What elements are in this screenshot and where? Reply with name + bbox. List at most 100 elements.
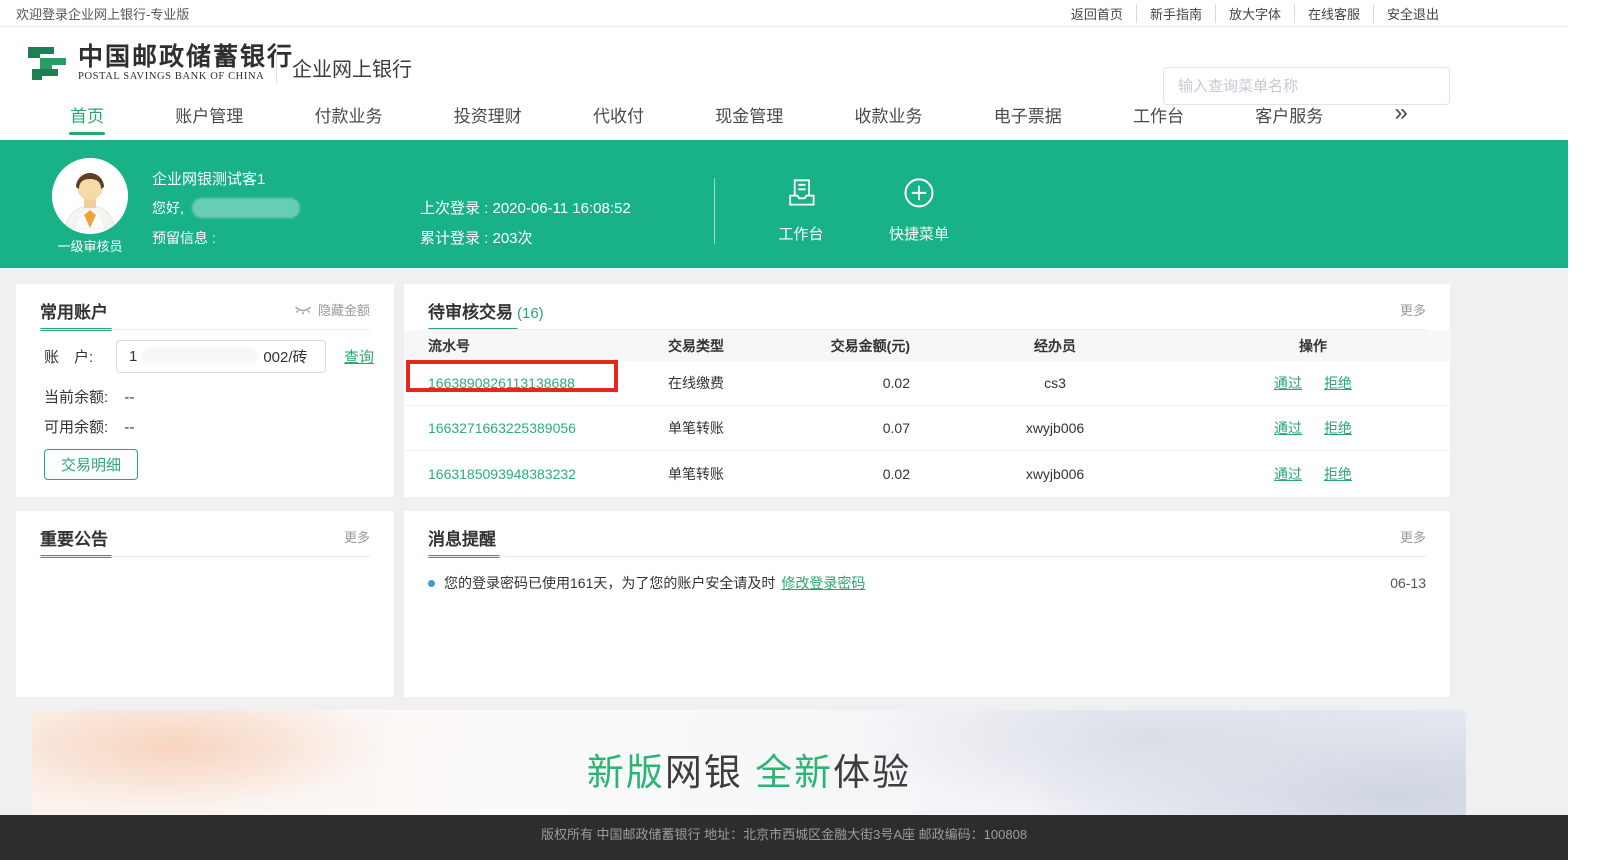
- table-row: 1663890826113138688 在线缴费 0.02 cs3 通过 拒绝: [404, 361, 1450, 406]
- transaction-type: 单笔转账: [668, 464, 790, 484]
- promo-slogan: 新版网银 全新体验: [32, 742, 1466, 796]
- current-balance-label: 当前余额:: [44, 389, 108, 406]
- tab-e-bills[interactable]: 电子票据: [994, 102, 1062, 137]
- redacted-user-name: [192, 198, 300, 218]
- banner-divider: [714, 178, 715, 244]
- page: 欢迎登录企业网上银行-专业版 返回首页 新手指南 放大字体 在线客服 安全退出 …: [0, 0, 1568, 860]
- transaction-operator: xwyjb006: [910, 420, 1200, 436]
- header-divider: [276, 49, 277, 83]
- transaction-amount: 0.02: [790, 466, 910, 482]
- footer: 版权所有 中国邮政储蓄银行 地址：北京市西城区金融大街3号A座 邮政编码：100…: [0, 815, 1568, 860]
- company-name: 企业网银测试客1: [152, 168, 265, 189]
- pending-title: 待审核交易: [428, 298, 513, 323]
- quick-menu-shortcut[interactable]: 快捷菜单: [874, 174, 964, 244]
- reject-link[interactable]: 拒绝: [1324, 420, 1352, 436]
- promo-part: 体验: [833, 752, 911, 793]
- announcements-more-link[interactable]: 更多: [344, 527, 370, 546]
- messages-more-link[interactable]: 更多: [1400, 527, 1426, 546]
- bank-name-cn: 中国邮政储蓄银行: [78, 45, 294, 71]
- transaction-id-link[interactable]: 1663271663225389056: [428, 420, 576, 436]
- table-row: 1663185093948383232 单笔转账 0.02 xwyjb006 通…: [404, 451, 1450, 496]
- account-number-start: 1: [129, 348, 137, 365]
- tab-workbench[interactable]: 工作台: [1133, 102, 1184, 137]
- content-area: 常用账户 隐藏金额 账 户:: [0, 268, 1568, 815]
- approve-link[interactable]: 通过: [1274, 420, 1302, 436]
- quick-menu-label: 快捷菜单: [874, 223, 964, 244]
- available-balance-label: 可用余额:: [44, 419, 108, 436]
- workbench-shortcut[interactable]: 工作台: [756, 174, 846, 244]
- header: 中国邮政储蓄银行 POSTAL SAVINGS BANK OF CHINA 企业…: [0, 27, 1568, 100]
- link-online-service[interactable]: 在线客服: [1294, 4, 1373, 23]
- avatar-image: [52, 158, 128, 234]
- main-nav: 首页 账户管理 付款业务 投资理财 代收付 现金管理 收款业务 电子票据 工作台…: [0, 100, 1568, 140]
- message-item: 您的登录密码已使用161天，为了您的账户安全请及时 修改登录密码 06-13: [428, 573, 1426, 593]
- tab-receivables[interactable]: 收款业务: [855, 102, 923, 137]
- workbench-label: 工作台: [756, 223, 846, 244]
- account-select[interactable]: 1 002/砖: [116, 340, 326, 373]
- link-beginner-guide[interactable]: 新手指南: [1136, 4, 1215, 23]
- current-balance-value: --: [124, 389, 134, 406]
- panel-pending-transactions: 待审核交易(16) 更多 流水号 交易类型 交易金额(元) 经办员 操作 166…: [404, 284, 1450, 497]
- tab-home[interactable]: 首页: [70, 102, 104, 137]
- reject-link[interactable]: 拒绝: [1324, 466, 1352, 482]
- copyright-text: 版权所有 中国邮政储蓄银行 地址：北京市西城区金融大街3号A座 邮政编码：100…: [541, 827, 1027, 842]
- last-login-text: 上次登录 : 2020-06-11 16:08:52: [420, 197, 631, 218]
- welcome-text: 欢迎登录企业网上银行-专业版: [16, 4, 189, 23]
- transaction-type: 单笔转账: [668, 418, 790, 438]
- tab-cash-management[interactable]: 现金管理: [715, 102, 783, 137]
- promo-part: 全新: [743, 752, 833, 793]
- pending-more-link[interactable]: 更多: [1400, 300, 1426, 319]
- panel-messages: 消息提醒 更多 您的登录密码已使用161天，为了您的账户安全请及时 修改登录密码…: [404, 511, 1450, 697]
- query-link[interactable]: 查询: [344, 346, 374, 367]
- transaction-detail-button[interactable]: 交易明细: [44, 449, 138, 480]
- message-text: 您的登录密码已使用161天，为了您的账户安全请及时: [444, 573, 775, 593]
- panel-announcements: 重要公告 更多: [16, 511, 394, 697]
- transaction-type: 在线缴费: [668, 373, 790, 393]
- top-utility-bar: 欢迎登录企业网上银行-专业版 返回首页 新手指南 放大字体 在线客服 安全退出: [0, 0, 1568, 27]
- available-balance-value: --: [124, 419, 134, 436]
- transaction-amount: 0.07: [790, 420, 910, 436]
- change-password-link[interactable]: 修改登录密码: [781, 573, 865, 593]
- workbench-icon: [782, 174, 820, 210]
- approve-link[interactable]: 通过: [1274, 466, 1302, 482]
- hide-amount-toggle[interactable]: 隐藏金额: [294, 300, 370, 319]
- link-safe-logout[interactable]: 安全退出: [1373, 4, 1452, 23]
- bank-name-en: POSTAL SAVINGS BANK OF CHINA: [78, 71, 294, 82]
- account-number-end: 002/砖: [263, 346, 307, 367]
- messages-title: 消息提醒: [428, 525, 496, 550]
- col-amount: 交易金额(元): [790, 336, 910, 356]
- promo-banner[interactable]: 新版网银 全新体验: [32, 710, 1466, 815]
- transaction-operator: xwyjb006: [910, 466, 1200, 482]
- col-actions: 操作: [1200, 336, 1426, 356]
- col-serial-number: 流水号: [428, 336, 668, 356]
- link-return-home[interactable]: 返回首页: [1058, 4, 1136, 23]
- tab-investment[interactable]: 投资理财: [454, 102, 522, 137]
- transaction-operator: cs3: [910, 375, 1200, 391]
- approve-link[interactable]: 通过: [1274, 375, 1302, 391]
- table-header-row: 流水号 交易类型 交易金额(元) 经办员 操作: [404, 330, 1450, 361]
- transaction-id-link[interactable]: 1663185093948383232: [428, 466, 576, 482]
- promo-part: 网银: [665, 752, 743, 793]
- bullet-dot-icon: [428, 580, 435, 587]
- product-title: 企业网上银行: [292, 53, 412, 82]
- transaction-id-link[interactable]: 1663890826113138688: [428, 375, 575, 391]
- menu-search-input[interactable]: [1163, 67, 1450, 105]
- user-role: 一级审核员: [52, 236, 128, 255]
- reject-link[interactable]: 拒绝: [1324, 375, 1352, 391]
- promo-part: 新版: [587, 752, 665, 793]
- frequent-accounts-title: 常用账户: [40, 298, 108, 323]
- panel-frequent-accounts: 常用账户 隐藏金额 账 户:: [16, 284, 394, 497]
- table-row: 1663271663225389056 单笔转账 0.07 xwyjb006 通…: [404, 406, 1450, 451]
- tab-customer-service[interactable]: 客户服务: [1255, 102, 1323, 137]
- topbar-links: 返回首页 新手指南 放大字体 在线客服 安全退出: [1058, 4, 1452, 23]
- redacted-account-number: [141, 348, 259, 366]
- bank-logo-icon: [22, 39, 70, 87]
- tab-payment-services[interactable]: 付款业务: [315, 102, 383, 137]
- eye-closed-icon: [294, 304, 312, 316]
- tab-collection-payment[interactable]: 代收付: [593, 102, 644, 137]
- transaction-amount: 0.02: [790, 375, 910, 391]
- tab-account-management[interactable]: 账户管理: [175, 102, 243, 137]
- nav-more-chevron-icon[interactable]: »: [1395, 102, 1408, 124]
- link-enlarge-font[interactable]: 放大字体: [1215, 4, 1294, 23]
- pending-count: (16): [517, 305, 544, 322]
